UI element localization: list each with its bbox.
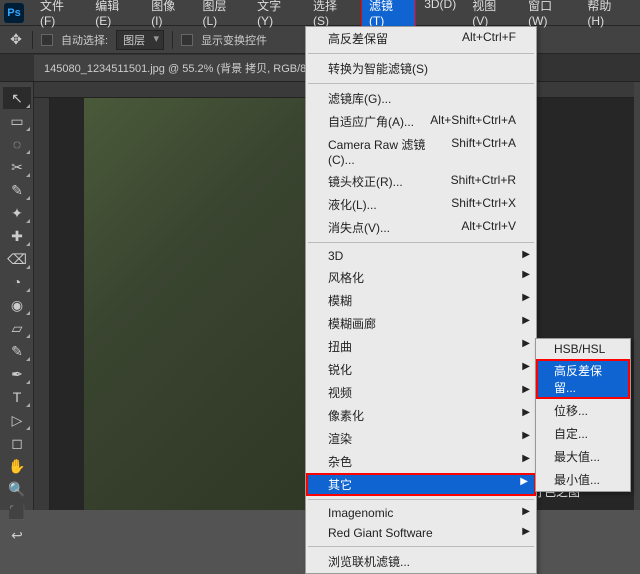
filter-item[interactable]: 高反差保留Alt+Ctrl+F [306, 27, 536, 50]
filter-item[interactable]: 转换为智能滤镜(S) [306, 57, 536, 80]
ruler-vertical [34, 98, 50, 510]
tool-14[interactable]: ▷ [3, 409, 31, 431]
filter-item[interactable]: Red Giant Software▶ [306, 523, 536, 543]
menu-图像[interactable]: 图像(I) [143, 0, 194, 32]
filter-item[interactable]: 浏览联机滤镜... [306, 550, 536, 573]
filter-item[interactable]: 像素化▶ [306, 404, 536, 427]
panel-dock-edge [634, 82, 640, 510]
filter-item[interactable]: 渲染▶ [306, 427, 536, 450]
tool-1[interactable]: ▭ [3, 110, 31, 132]
tool-11[interactable]: ✎ [3, 340, 31, 362]
submenu-item[interactable]: HSB/HSL [536, 339, 630, 359]
filter-item[interactable]: 3D▶ [306, 246, 536, 266]
tool-15[interactable]: ◻ [3, 432, 31, 454]
auto-select-checkbox[interactable] [41, 34, 53, 46]
tab-title: 145080_1234511501.jpg @ 55.2% (背景 拷贝, RG… [44, 63, 316, 75]
menu-文字[interactable]: 文字(Y) [249, 0, 305, 32]
tools-panel: ↖▭◌✂✎✦✚⌫◔◉▱✎✒T▷◻✋🔍⬛↩ [0, 82, 34, 510]
tool-5[interactable]: ✦ [3, 202, 31, 224]
tool-18[interactable]: ⬛ [3, 501, 31, 523]
filter-item[interactable]: 扭曲▶ [306, 335, 536, 358]
tool-10[interactable]: ▱ [3, 317, 31, 339]
filter-item[interactable]: 锐化▶ [306, 358, 536, 381]
filter-item[interactable]: 视频▶ [306, 381, 536, 404]
filter-item[interactable]: 其它▶ [306, 473, 536, 496]
filter-item[interactable]: 自适应广角(A)...Alt+Shift+Ctrl+A [306, 110, 536, 133]
filter-item[interactable]: 液化(L)...Shift+Ctrl+X [306, 193, 536, 216]
tool-13[interactable]: T [3, 386, 31, 408]
menu-图层[interactable]: 图层(L) [194, 0, 249, 32]
submenu-item[interactable]: 最小值... [536, 468, 630, 491]
submenu-item[interactable]: 最大值... [536, 445, 630, 468]
menu-文件[interactable]: 文件(F) [32, 0, 87, 32]
filter-item[interactable]: 风格化▶ [306, 266, 536, 289]
tool-0[interactable]: ↖ [3, 87, 31, 109]
tool-17[interactable]: 🔍 [3, 478, 31, 500]
filter-item[interactable]: 镜头校正(R)...Shift+Ctrl+R [306, 170, 536, 193]
menubar: Ps 文件(F)编辑(E)图像(I)图层(L)文字(Y)选择(S)滤镜(T)3D… [0, 0, 640, 26]
filter-item[interactable]: 模糊画廊▶ [306, 312, 536, 335]
tool-16[interactable]: ✋ [3, 455, 31, 477]
tool-7[interactable]: ⌫ [3, 248, 31, 270]
filter-item[interactable]: 杂色▶ [306, 450, 536, 473]
tool-8[interactable]: ◔ [3, 271, 31, 293]
tool-3[interactable]: ✂ [3, 156, 31, 178]
filter-item[interactable]: Camera Raw 滤镜(C)...Shift+Ctrl+A [306, 133, 536, 170]
auto-select-label: 自动选择: [61, 32, 108, 48]
tool-9[interactable]: ◉ [3, 294, 31, 316]
filter-item[interactable]: Imagenomic▶ [306, 503, 536, 523]
tool-12[interactable]: ✒ [3, 363, 31, 385]
menu-帮助[interactable]: 帮助(H) [579, 0, 636, 32]
submenu-item[interactable]: 自定... [536, 422, 630, 445]
show-transform-label: 显示变换控件 [201, 32, 267, 48]
filter-item[interactable]: 消失点(V)...Alt+Ctrl+V [306, 216, 536, 239]
document-tab[interactable]: 145080_1234511501.jpg @ 55.2% (背景 拷贝, RG… [34, 55, 344, 81]
tool-2[interactable]: ◌ [3, 133, 31, 155]
filter-item[interactable]: 滤镜库(G)... [306, 87, 536, 110]
layer-dropdown[interactable]: 图层 [116, 30, 164, 50]
show-transform-checkbox[interactable] [181, 34, 193, 46]
submenu-item[interactable]: 位移... [536, 399, 630, 422]
tool-6[interactable]: ✚ [3, 225, 31, 247]
filter-item[interactable]: 模糊▶ [306, 289, 536, 312]
app-logo: Ps [4, 3, 24, 23]
menu-编辑[interactable]: 编辑(E) [87, 0, 143, 32]
filter-menu-dropdown: 高反差保留Alt+Ctrl+F 转换为智能滤镜(S) 滤镜库(G)...自适应广角(… [305, 26, 537, 574]
submenu-item[interactable]: 高反差保留... [536, 359, 630, 399]
move-tool-icon: ✥ [8, 32, 24, 48]
tool-4[interactable]: ✎ [3, 179, 31, 201]
tool-19[interactable]: ↩ [3, 524, 31, 546]
other-submenu: HSB/HSL高反差保留...位移...自定...最大值...最小值... [535, 338, 631, 492]
